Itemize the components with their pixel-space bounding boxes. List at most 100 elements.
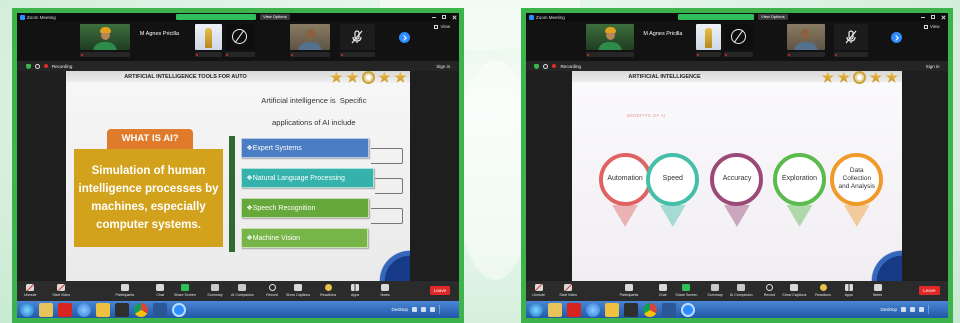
shared-slide: ARTIFICIAL INTELLIGENCE TOOLS FOR AUTO A… <box>65 71 411 281</box>
toolbar-share-screen-button[interactable]: Share Screen <box>673 283 699 297</box>
minimize-icon[interactable] <box>432 17 436 18</box>
sign-in-link[interactable]: Sign in <box>436 64 450 69</box>
media-player-icon[interactable] <box>115 302 129 317</box>
window-title-bar: Zoom Meeting View Options <box>17 13 459 21</box>
toolbar-notes-button[interactable]: Notes <box>865 283 891 297</box>
participant-tile[interactable] <box>834 24 868 50</box>
chrome-icon[interactable] <box>643 302 657 317</box>
tray-icon[interactable] <box>901 307 906 312</box>
start-orb-icon[interactable] <box>529 302 543 317</box>
maximize-icon[interactable] <box>931 15 935 19</box>
folder-icon[interactable] <box>605 302 619 317</box>
media-player-icon[interactable] <box>624 302 638 317</box>
next-page-arrow-icon[interactable] <box>891 32 903 43</box>
pdf-icon[interactable] <box>58 302 72 317</box>
captions-icon <box>790 283 799 291</box>
maximize-icon[interactable] <box>442 15 446 19</box>
participant-tile[interactable] <box>339 24 376 50</box>
toolbar-reactions-button[interactable]: Reactions <box>315 283 341 297</box>
meeting-toolbar: Leave Unmute Start Video Participants Chat S… <box>526 281 948 301</box>
participant-tile[interactable] <box>696 24 722 50</box>
tray-icon[interactable] <box>919 307 924 312</box>
toolbar-show-captions-button[interactable]: Show Captions <box>781 283 807 297</box>
participant-name: M Agnes Pricilla <box>643 31 683 37</box>
toolbar-ai-companion-button[interactable]: AI Companion <box>728 283 754 297</box>
participants-icon <box>120 283 129 291</box>
toolbar-share-screen-button[interactable]: Share Screen <box>172 283 198 297</box>
benefit-label: Accuracy <box>722 175 752 183</box>
star-icon <box>394 71 407 83</box>
close-icon[interactable] <box>452 15 456 19</box>
start-orb-icon[interactable] <box>20 302 34 317</box>
security-shield-icon[interactable] <box>534 63 540 69</box>
leave-button[interactable]: Leave <box>919 286 940 295</box>
word-icon[interactable] <box>662 302 676 317</box>
participant-tile[interactable] <box>195 24 222 50</box>
participant-tile[interactable] <box>586 24 635 50</box>
participant-tile[interactable] <box>80 24 131 50</box>
security-shield-icon[interactable] <box>25 63 31 69</box>
zoom-icon[interactable] <box>681 302 695 317</box>
clock[interactable] <box>928 305 944 314</box>
view-button[interactable]: View <box>923 24 940 29</box>
toolbar-record-button[interactable]: Record <box>756 283 782 297</box>
internet-explorer-icon[interactable] <box>77 302 91 317</box>
toolbar-apps-button[interactable]: Apps <box>836 283 862 297</box>
view-button[interactable]: View <box>434 24 450 29</box>
desktop-label[interactable]: Desktop <box>880 307 897 312</box>
slide-title: ARTIFICIAL INTELLIGENCE <box>628 74 701 80</box>
toolbar-unmute-button[interactable]: Unmute <box>526 283 552 297</box>
word-icon[interactable] <box>153 302 167 317</box>
close-icon[interactable] <box>941 15 945 19</box>
participant-tile[interactable] <box>224 24 255 50</box>
toolbar-notes-button[interactable]: Notes <box>372 283 398 297</box>
toolbar-summary-button[interactable]: Summary <box>702 283 728 297</box>
toolbar-start-video-button[interactable]: Start Video <box>48 283 74 297</box>
participant-tile[interactable] <box>724 24 754 50</box>
toolbar-reactions-button[interactable]: Reactions <box>810 283 836 297</box>
screen-share-banner <box>176 14 256 20</box>
next-page-arrow-icon[interactable] <box>399 32 411 43</box>
participant-tile[interactable] <box>290 24 330 50</box>
toolbar-participants-button[interactable]: Participants <box>112 283 138 297</box>
pdf-icon[interactable] <box>567 302 581 317</box>
toolbar-unmute-button[interactable]: Unmute <box>17 283 43 297</box>
file-explorer-icon[interactable] <box>39 302 53 317</box>
toolbar-participants-button[interactable]: Participants <box>616 283 642 297</box>
toolbar-label: Notes <box>872 292 883 297</box>
tray-icon[interactable] <box>412 307 417 312</box>
chrome-icon[interactable] <box>134 302 148 317</box>
toolbar-label: Reactions <box>815 292 832 297</box>
tray-icon[interactable] <box>910 307 915 312</box>
view-options-button[interactable]: View Options <box>758 14 788 20</box>
view-options-button[interactable]: View Options <box>260 14 290 20</box>
toolbar-start-video-button[interactable]: Start Video <box>555 283 581 297</box>
toolbar-chat-button[interactable]: Chat <box>147 283 173 297</box>
info-icon[interactable] <box>34 63 40 69</box>
notes-icon <box>381 283 390 291</box>
zoom-icon[interactable] <box>172 302 186 317</box>
ai-companion-icon <box>737 283 746 291</box>
tray-icon[interactable] <box>421 307 426 312</box>
minimize-icon[interactable] <box>921 17 925 18</box>
sign-in-link[interactable]: Sign in <box>926 64 940 69</box>
application-expert-systems: ❖Expert Systems <box>241 138 369 159</box>
folder-icon[interactable] <box>96 302 110 317</box>
leave-button[interactable]: Leave <box>429 286 451 295</box>
file-explorer-icon[interactable] <box>548 302 562 317</box>
toolbar-show-captions-button[interactable]: Show Captions <box>285 283 311 297</box>
toolbar-apps-button[interactable]: Apps <box>342 283 368 297</box>
tray-icon[interactable] <box>430 307 435 312</box>
zoom-window: Zoom Meeting View Options M Agnes Pricil… <box>17 13 459 318</box>
toolbar-record-button[interactable]: Record <box>259 283 285 297</box>
toolbar-ai-companion-button[interactable]: AI Companion <box>229 283 255 297</box>
internet-explorer-icon[interactable] <box>586 302 600 317</box>
participant-tile[interactable] <box>786 24 825 50</box>
clock[interactable] <box>439 305 455 314</box>
person-head <box>801 29 811 39</box>
desktop-label[interactable]: Desktop <box>391 307 408 312</box>
toolbar-chat-button[interactable]: Chat <box>650 283 676 297</box>
info-icon[interactable] <box>543 63 549 69</box>
shared-screen-area: ARTIFICIAL INTELLIGENCE TOOLS FOR AUTO A… <box>17 71 459 281</box>
toolbar-summary-button[interactable]: Summary <box>202 283 228 297</box>
